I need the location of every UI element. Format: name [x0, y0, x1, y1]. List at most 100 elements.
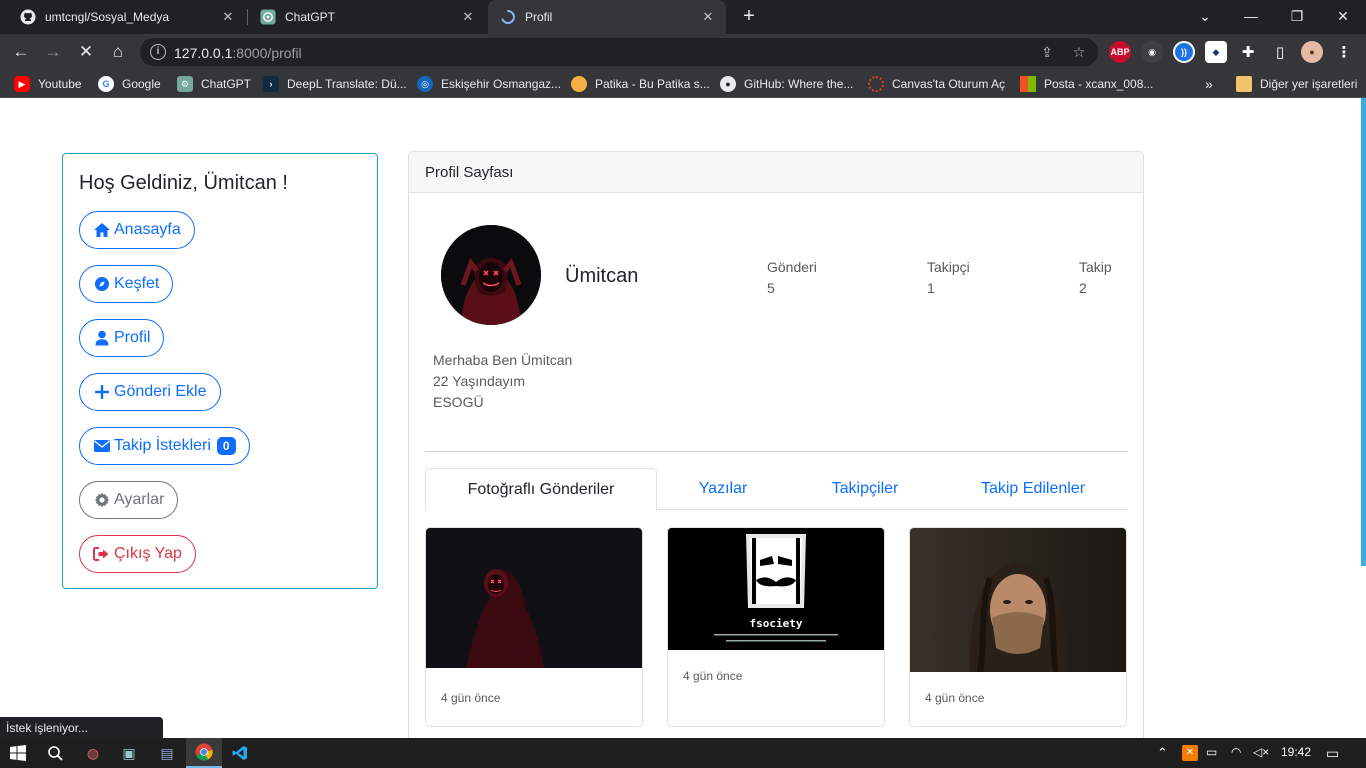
extensions-puzzle-icon[interactable]: ✚	[1237, 41, 1259, 63]
google-icon: G	[98, 76, 114, 92]
clock[interactable]: 19:42	[1281, 745, 1311, 759]
post-image	[910, 528, 1126, 673]
stat-value: 2	[1079, 280, 1087, 296]
bookmark-youtube[interactable]: ▶ Youtube	[14, 75, 82, 93]
bookmark-patika[interactable]: Patika - Bu Patika s...	[571, 75, 710, 93]
chatgpt-icon: ⚙	[177, 76, 193, 92]
audio-extension-icon[interactable]: ))	[1173, 41, 1195, 63]
stat-label: Gönderi	[767, 259, 817, 275]
xampp-tray-icon[interactable]: ✕	[1182, 745, 1198, 761]
profile-card-header: Profil Sayfası	[409, 152, 1143, 193]
app-shortcut-icon[interactable]: ◍	[75, 738, 111, 768]
home-button-icon[interactable]: ⌂	[107, 41, 129, 63]
stop-icon[interactable]: ✕	[75, 41, 97, 63]
new-tab-button[interactable]: +	[738, 6, 760, 28]
tab-photo-posts[interactable]: Fotoğraflı Gönderiler	[425, 468, 657, 511]
bookmark-canvas[interactable]: Canvas'ta Oturum Aç	[868, 75, 1005, 93]
side-panel-icon[interactable]: ▯	[1269, 41, 1291, 63]
restore-button[interactable]: ❐	[1274, 0, 1320, 34]
menu-kebab-icon[interactable]: ⋮	[1333, 41, 1355, 63]
sidebar-item-kesfet[interactable]: Keşfet	[79, 265, 174, 303]
follow-requests-count-badge: 0	[216, 437, 236, 455]
tab-posts-text[interactable]: Yazılar	[673, 468, 773, 510]
windows-taskbar: ◍ ▣ ▤ ⌃ ✕ ▭ ◠ ◁× 19:42 ▭	[0, 738, 1366, 768]
bookmark-chatgpt[interactable]: ⚙ ChatGPT	[177, 75, 251, 93]
github-icon: ●	[720, 76, 736, 92]
bookmark-outlook[interactable]: Posta - xcanx_008...	[1020, 75, 1153, 93]
profile-avatar-icon[interactable]: ●	[1301, 41, 1323, 63]
share-icon[interactable]: ⇪	[1038, 43, 1056, 61]
envelope-icon	[92, 437, 111, 456]
battery-icon[interactable]: ▭	[1206, 745, 1217, 759]
post-time: 4 gün önce	[683, 669, 743, 683]
scrollbar[interactable]	[1361, 98, 1366, 566]
tab-following[interactable]: Takip Edilenler	[965, 468, 1101, 510]
stat-following[interactable]: Takip 2	[1079, 257, 1112, 299]
photo-post-card[interactable]: 4 gün önce	[909, 527, 1127, 727]
post-time: 4 gün önce	[441, 691, 501, 705]
close-tab-icon[interactable]: ✕	[700, 9, 716, 25]
stat-followers[interactable]: Takipçi 1	[927, 257, 970, 299]
volume-icon[interactable]: ◁×	[1253, 745, 1269, 759]
back-icon[interactable]: ←	[10, 41, 32, 63]
glasses-extension-icon[interactable]: ◉	[1141, 41, 1163, 63]
microsoft-icon	[1020, 76, 1036, 92]
other-bookmarks-folder[interactable]: Diğer yer işaretleri	[1236, 75, 1357, 93]
user-icon	[92, 329, 111, 348]
bookmark-github[interactable]: ● GitHub: Where the...	[720, 75, 853, 93]
bookmark-esogu[interactable]: ◎ Eskişehir Osmangaz...	[417, 75, 561, 93]
tab-followers[interactable]: Takipçiler	[815, 468, 915, 510]
browser-status-bubble: İstek işleniyor...	[0, 717, 163, 739]
photo-post-card[interactable]: fsociety 4 gün önce	[667, 527, 885, 727]
sidebar-item-cikis-yap[interactable]: Çıkış Yap	[79, 535, 196, 573]
bookmark-star-icon[interactable]: ☆	[1070, 43, 1088, 61]
web-page: Hoş Geldiniz, Ümitcan ! Anasayfa Keşfet …	[0, 98, 1366, 738]
sidebar-item-anasayfa[interactable]: Anasayfa	[79, 211, 195, 249]
search-icon[interactable]	[37, 738, 73, 768]
wifi-icon[interactable]: ◠	[1231, 745, 1241, 759]
close-tab-icon[interactable]: ✕	[460, 9, 476, 25]
tray-chevron-icon[interactable]: ⌃	[1157, 745, 1168, 761]
adblock-extension-icon[interactable]: ABP	[1109, 41, 1131, 63]
tab-search-icon[interactable]: ⌄	[1182, 0, 1228, 34]
post-image	[426, 528, 642, 668]
close-tab-icon[interactable]: ✕	[220, 9, 236, 25]
browser-tab-github[interactable]: umtcngl/Sosyal_Medya ✕	[8, 0, 246, 34]
bookmarks-bar: ▶ Youtube G Google ⚙ ChatGPT › DeepL Transla…	[0, 70, 1366, 98]
close-window-button[interactable]: ✕	[1320, 0, 1366, 34]
forward-icon[interactable]: →	[42, 41, 64, 63]
profile-avatar[interactable]	[441, 225, 541, 325]
cube-extension-icon[interactable]: ◆	[1205, 41, 1227, 63]
stat-label: Takipçi	[927, 259, 970, 275]
stat-value: 1	[927, 280, 935, 296]
notepad-icon[interactable]: ▤	[149, 738, 185, 768]
sidebar-item-takip-istekleri[interactable]: Takip İstekleri 0	[79, 427, 250, 465]
post-image: fsociety	[668, 528, 884, 650]
deepl-icon: ›	[263, 76, 279, 92]
browser-tab-profil[interactable]: Profil ✕	[488, 0, 726, 34]
browser-tab-chatgpt[interactable]: ChatGPT ✕	[248, 0, 486, 34]
minimize-button[interactable]: —	[1228, 0, 1274, 34]
site-info-icon[interactable]: i	[150, 44, 166, 60]
more-bookmarks-icon[interactable]: »	[1205, 75, 1213, 93]
bookmark-google[interactable]: G Google	[98, 75, 161, 93]
stat-value: 5	[767, 280, 775, 296]
photos-app-icon[interactable]: ▣	[111, 738, 147, 768]
sidebar-item-gonderi-ekle[interactable]: Gönderi Ekle	[79, 373, 221, 411]
vscode-taskbar-icon[interactable]	[222, 738, 258, 768]
windows-start-icon[interactable]	[0, 738, 36, 768]
bookmark-deepl[interactable]: › DeepL Translate: Dü...	[263, 75, 407, 93]
post-time: 4 gün önce	[925, 691, 985, 705]
notifications-icon[interactable]: ▭	[1326, 745, 1339, 762]
photo-post-card[interactable]: 4 gün önce	[425, 527, 643, 727]
url-text: 127.0.0.1:8000/profil	[174, 45, 302, 61]
address-bar[interactable]: i 127.0.0.1:8000/profil ⇪ ☆	[140, 38, 1098, 66]
bio-line: Merhaba Ben Ümitcan	[433, 352, 573, 368]
sidebar-item-ayarlar[interactable]: Ayarlar	[79, 481, 179, 519]
sidebar-item-profil[interactable]: Profil	[79, 319, 165, 357]
divider	[425, 451, 1128, 452]
bio-line: 22 Yaşındayım	[433, 373, 526, 389]
chrome-taskbar-icon[interactable]	[186, 738, 222, 768]
fsociety-text: fsociety	[750, 617, 803, 630]
greeting-heading: Hoş Geldiniz, Ümitcan !	[79, 172, 288, 194]
